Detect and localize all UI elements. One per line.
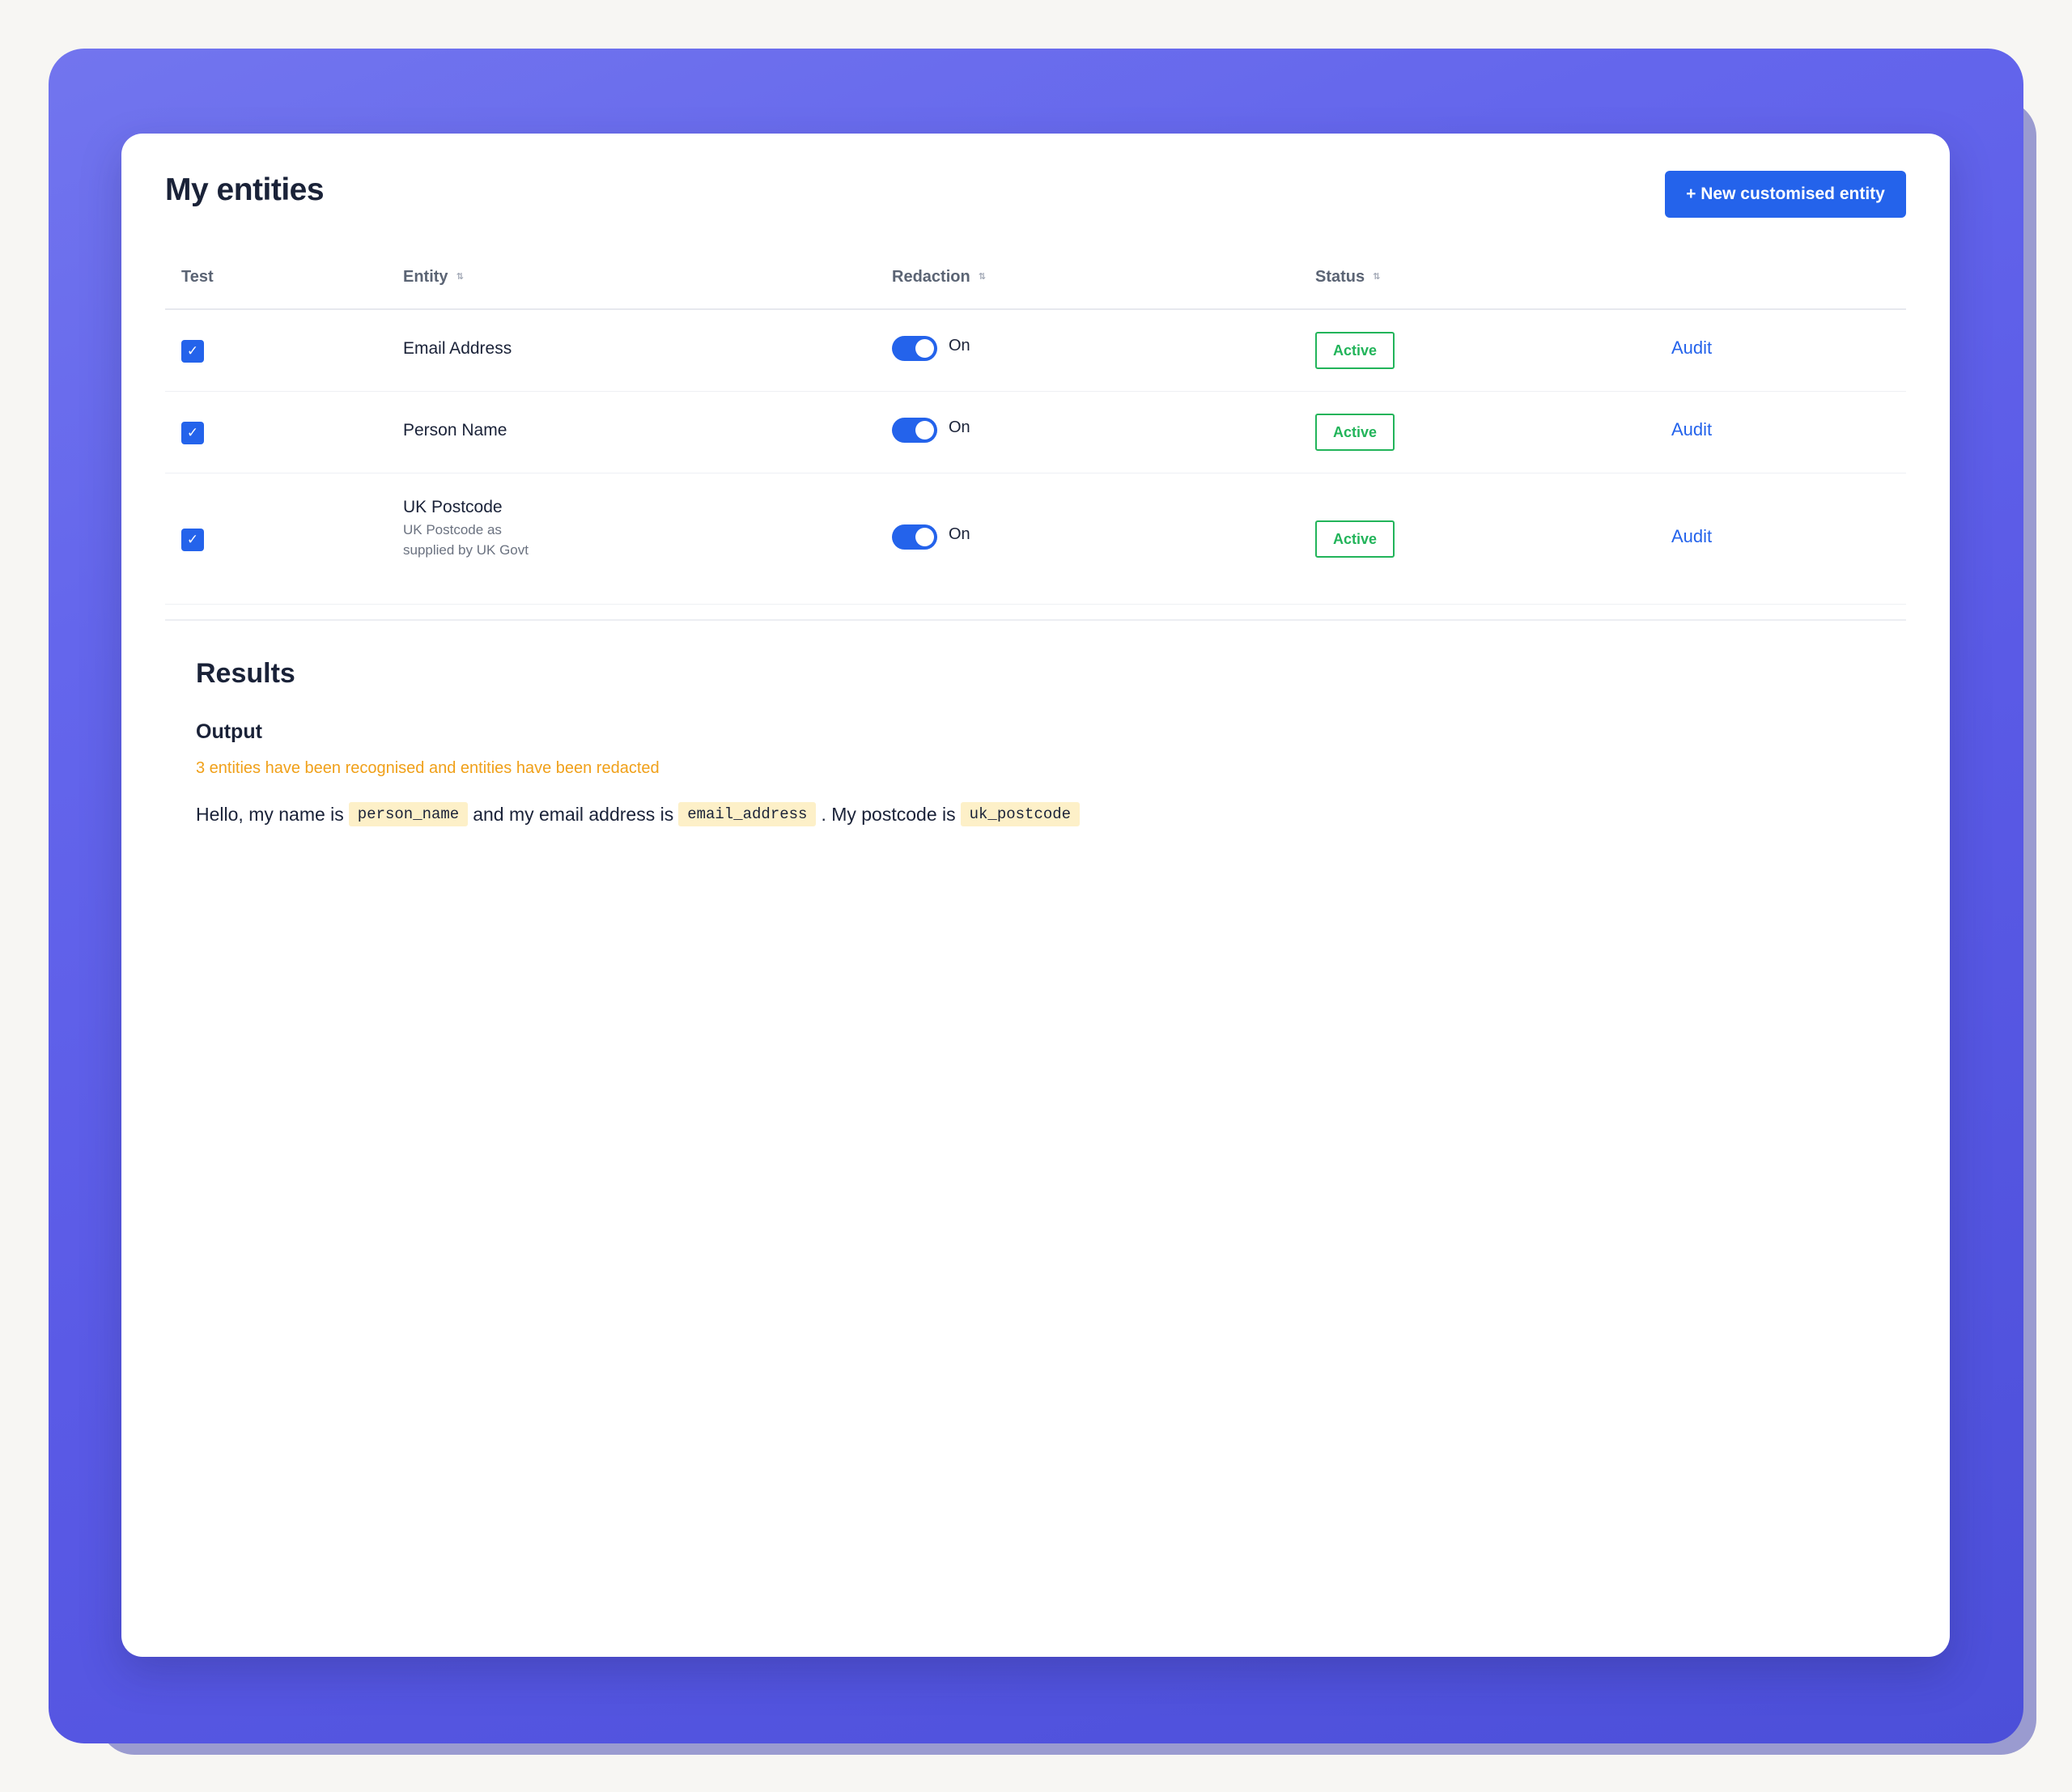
redaction-token: email_address (678, 802, 817, 826)
table-row: ✓ UK Postcode UK Postcode as supplied by… (165, 473, 1906, 605)
sort-icon[interactable]: ⇅ (979, 273, 986, 282)
redaction-token: person_name (348, 802, 469, 826)
entity-name: Email Address (403, 339, 512, 358)
status-badge: Active (1315, 414, 1395, 451)
results-title: Results (196, 658, 295, 689)
sort-icon[interactable]: ⇅ (1373, 273, 1380, 282)
column-header-test: Test (181, 268, 214, 287)
entity-name: UK Postcode (403, 498, 503, 516)
entities-table: Test Entity ⇅ Redaction ⇅ Status ⇅ ✓ Ema… (165, 247, 1906, 605)
redaction-token: uk_postcode (960, 802, 1081, 826)
redaction-label: On (949, 337, 970, 355)
column-header-redaction-label: Redaction (892, 268, 970, 286)
check-icon: ✓ (186, 343, 199, 359)
output-title: Output (196, 720, 262, 743)
toggle-knob (915, 339, 934, 358)
entities-card: My entities + New customised entity Test… (121, 134, 1950, 1657)
page-title: My entities (165, 172, 325, 207)
redaction-toggle[interactable] (892, 524, 937, 550)
status-badge: Active (1315, 520, 1395, 558)
section-divider (165, 619, 1906, 621)
column-header-test-label: Test (181, 268, 214, 286)
column-header-entity[interactable]: Entity ⇅ (403, 268, 464, 287)
redaction-label: On (949, 525, 970, 543)
column-header-status-label: Status (1315, 268, 1365, 286)
output-text-part: Hello, my name is (196, 803, 344, 825)
audit-link[interactable]: Audit (1671, 526, 1712, 547)
toggle-knob (915, 421, 934, 440)
new-customised-entity-button[interactable]: + New customised entity (1665, 171, 1906, 218)
entity-name: Person Name (403, 421, 507, 440)
output-text-part: . My postcode is (821, 803, 956, 825)
column-header-status[interactable]: Status ⇅ (1315, 268, 1380, 287)
status-badge: Active (1315, 332, 1395, 369)
redaction-toggle[interactable] (892, 336, 937, 361)
redacted-output-text: Hello, my name is person_name and my ema… (196, 802, 1085, 826)
status-message: 3 entities have been recognised and enti… (196, 759, 660, 777)
audit-link[interactable]: Audit (1671, 338, 1712, 359)
check-icon: ✓ (186, 425, 199, 440)
toggle-knob (915, 528, 934, 546)
audit-link[interactable]: Audit (1671, 419, 1712, 440)
check-icon: ✓ (186, 532, 199, 547)
table-row: ✓ Person Name On Active Audit (165, 392, 1906, 473)
output-text-part: and my email address is (473, 803, 674, 825)
test-checkbox[interactable]: ✓ (181, 422, 204, 444)
table-header: Test Entity ⇅ Redaction ⇅ Status ⇅ (165, 247, 1906, 310)
redaction-label: On (949, 418, 970, 436)
test-checkbox[interactable]: ✓ (181, 340, 204, 363)
redaction-toggle[interactable] (892, 418, 937, 443)
test-checkbox[interactable]: ✓ (181, 529, 204, 551)
table-row: ✓ Email Address On Active Audit (165, 310, 1906, 392)
entity-description: UK Postcode as supplied by UK Govt (403, 522, 529, 558)
column-header-redaction[interactable]: Redaction ⇅ (892, 268, 986, 287)
column-header-entity-label: Entity (403, 268, 448, 286)
sort-icon[interactable]: ⇅ (456, 273, 464, 282)
